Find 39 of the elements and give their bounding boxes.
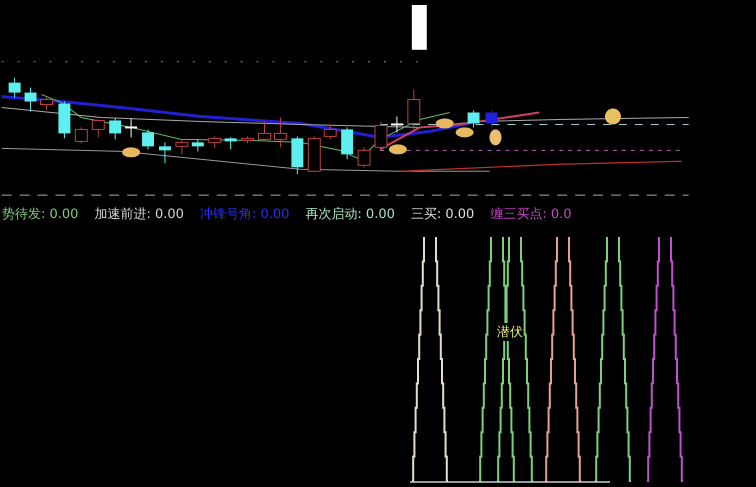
candlestick [158, 142, 171, 164]
candlestick [224, 136, 237, 150]
candlestick [142, 128, 154, 150]
candlestick [486, 110, 498, 128]
candlestick [24, 87, 37, 112]
candlestick [468, 110, 480, 128]
candlestick [324, 124, 337, 140]
candlestick [125, 118, 138, 138]
candlestick [241, 136, 254, 144]
indicator-reading: 加速前进: 0.00 [94, 206, 184, 224]
candlestick [258, 120, 271, 142]
indicator-reading: 再次启动: 0.00 [305, 206, 395, 224]
indicator-reading: 缠三买点: 0.0 [490, 206, 572, 224]
candlestick [58, 101, 70, 139]
gem-icon [456, 127, 474, 138]
candlestick [274, 116, 287, 148]
candlestick [175, 138, 188, 155]
candlestick [341, 126, 354, 160]
candlestick [407, 89, 420, 130]
candlestick [192, 138, 204, 152]
indicator-reading: 冲锋号角: 0.00 [200, 206, 290, 224]
candlestick [74, 126, 88, 144]
indicator-reading: 势待发: 0.00 [2, 206, 78, 224]
indicator-reading: 三买: 0.00 [410, 206, 474, 224]
gem-icon [122, 147, 140, 158]
pane-label: 潜伏 [497, 323, 523, 341]
candlestick [109, 118, 122, 140]
candlestick [390, 116, 403, 133]
candlestick [8, 77, 21, 98]
candlestick [308, 136, 321, 173]
candlestick [374, 120, 388, 150]
candlestick [208, 136, 222, 149]
gem-icon [436, 118, 454, 128]
gem-icon [388, 144, 407, 154]
marker-block [412, 4, 427, 50]
candlestick [291, 136, 304, 175]
candlestick [40, 97, 53, 110]
candlestick [92, 118, 105, 138]
candlestick [358, 146, 371, 168]
